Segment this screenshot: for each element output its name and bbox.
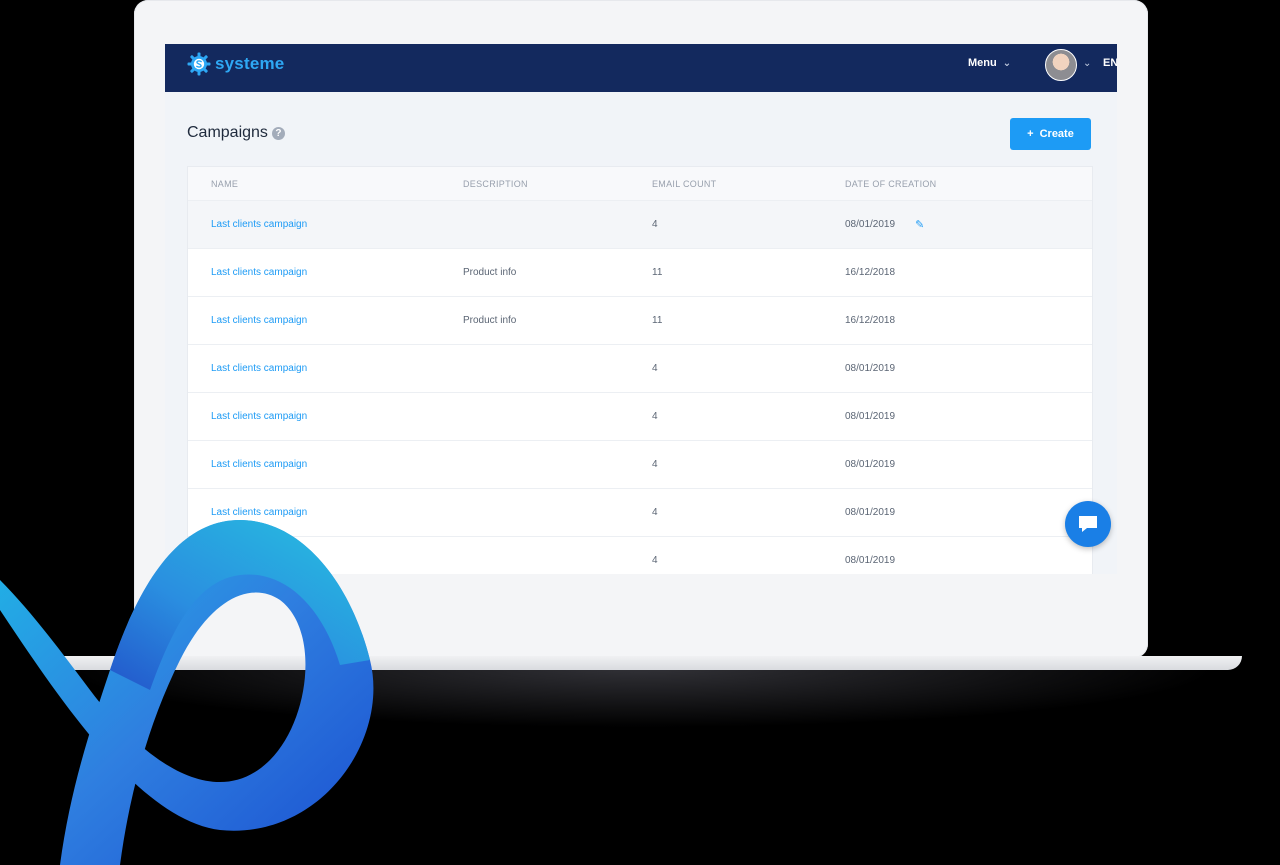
page-title: Campaigns ? — [187, 124, 285, 142]
brand-logo[interactable]: systeme — [187, 52, 284, 76]
stage: systeme Menu ⌄ ⌄ EN Campaigns ? + Create… — [0, 0, 1280, 865]
campaign-name-link[interactable]: Last clients campaign — [211, 267, 307, 278]
campaign-name-link[interactable]: Last clients campaign — [211, 219, 307, 230]
user-avatar[interactable] — [1045, 49, 1077, 81]
campaign-name-link[interactable]: Last clients campaign — [211, 315, 307, 326]
page-title-text: Campaigns — [187, 124, 268, 141]
chat-bubble-icon — [1079, 516, 1097, 532]
campaign-email-count: 11 — [652, 267, 663, 278]
chat-widget-button[interactable] — [1065, 501, 1111, 547]
table-row[interactable]: Last clients campaign 4 08/01/2019 — [188, 345, 1092, 393]
campaign-date: 16/12/2018 — [845, 267, 896, 278]
brand-name: systeme — [215, 54, 285, 73]
campaign-date: 16/12/2018 — [845, 315, 896, 326]
campaign-date: 08/01/2019 — [845, 219, 896, 230]
campaign-email-count: 4 — [652, 411, 658, 422]
campaign-description: Product info — [463, 315, 517, 326]
campaign-date: 08/01/2019 — [845, 411, 896, 422]
campaign-date: 08/01/2019 — [845, 555, 896, 566]
top-navigation-bar: systeme Menu ⌄ ⌄ EN — [165, 44, 1117, 92]
decorative-ribbon-graphic — [0, 520, 374, 865]
column-header-description[interactable]: DESCRIPTION — [463, 179, 652, 189]
campaign-name-link[interactable]: Last clients campaign — [211, 459, 307, 470]
campaign-name-link[interactable]: Last clients campaign — [211, 411, 307, 422]
campaign-email-count: 4 — [652, 555, 658, 566]
table-row[interactable]: Last clients campaign Product info 11 16… — [188, 297, 1092, 345]
campaign-name-link[interactable]: Last clients campaign — [211, 363, 307, 374]
campaign-email-count: 4 — [652, 459, 658, 470]
chevron-down-icon[interactable]: ⌄ — [1083, 58, 1091, 69]
campaign-email-count: 4 — [652, 363, 658, 374]
chevron-down-icon: ⌄ — [1002, 57, 1012, 69]
campaign-description: Product info — [463, 267, 517, 278]
column-header-name[interactable]: NAME — [188, 179, 463, 189]
gear-logo-icon — [187, 52, 211, 76]
table-row[interactable]: Last clients campaign 4 08/01/2019 ✎ — [188, 201, 1092, 249]
language-selector[interactable]: EN — [1103, 57, 1117, 69]
campaign-date: 08/01/2019 — [845, 363, 896, 374]
menu-dropdown-button[interactable]: Menu ⌄ — [968, 57, 1011, 69]
create-button-label: Create — [1039, 128, 1074, 140]
pencil-icon[interactable]: ✎ — [915, 218, 924, 231]
campaign-date: 08/01/2019 — [845, 459, 896, 470]
question-circle-icon[interactable]: ? — [271, 126, 285, 140]
campaign-email-count: 4 — [652, 507, 658, 518]
campaign-email-count: 11 — [652, 315, 663, 326]
table-row[interactable]: Last clients campaign Product info 11 16… — [188, 249, 1092, 297]
column-header-email-count[interactable]: EMAIL COUNT — [652, 179, 845, 189]
column-header-date[interactable]: DATE OF CREATION — [845, 179, 1092, 189]
campaign-email-count: 4 — [652, 219, 658, 230]
menu-label: Menu — [968, 57, 997, 69]
plus-icon: + — [1027, 128, 1034, 140]
table-row[interactable]: Last clients campaign 4 08/01/2019 — [188, 393, 1092, 441]
campaign-date: 08/01/2019 — [845, 507, 896, 518]
column-header-date-label: DATE OF CREATION — [845, 178, 937, 189]
create-campaign-button[interactable]: + Create — [1010, 118, 1091, 150]
table-row[interactable]: Last clients campaign 4 08/01/2019 — [188, 441, 1092, 489]
table-header: NAME DESCRIPTION EMAIL COUNT DATE OF CRE… — [188, 167, 1092, 201]
